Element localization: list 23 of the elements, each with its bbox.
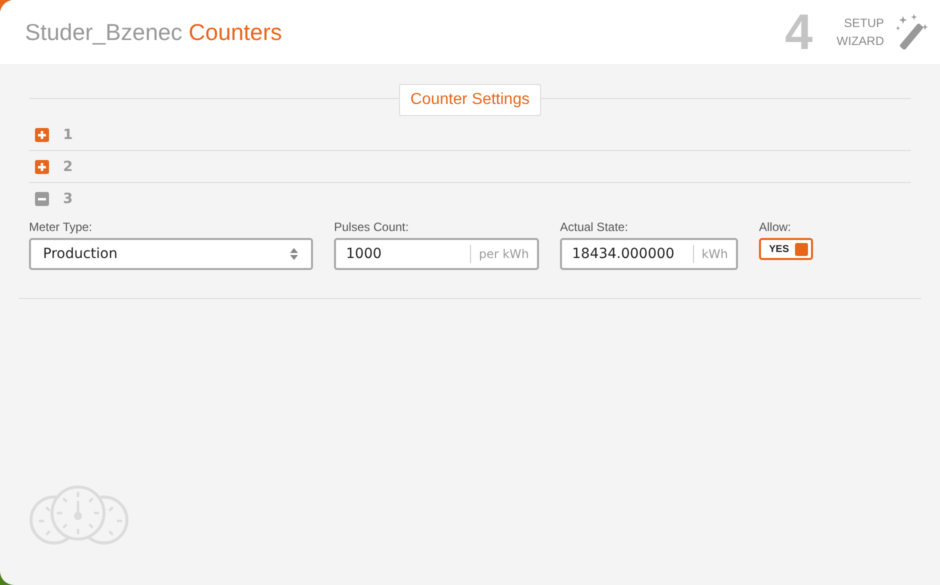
page-title: Studer_Bzenec <box>25 18 182 44</box>
collapse-icon[interactable] <box>35 192 49 206</box>
unit-label: per kWh <box>470 245 537 263</box>
input-field[interactable]: 1000 per kWh <box>334 238 539 270</box>
section-heading: Counter Settings <box>399 84 541 116</box>
setup-wizard-button[interactable]: SETUP WIZARD <box>836 14 884 50</box>
input-field[interactable]: 18434.000000 kWh <box>560 238 738 270</box>
expand-icon[interactable] <box>35 160 49 174</box>
meter-type-select[interactable]: Production <box>29 238 313 270</box>
field-value: 18434.000000 <box>571 246 676 262</box>
field-label: Meter Type: <box>29 220 94 234</box>
sort-arrows-icon <box>289 246 299 262</box>
magic-wand-icon[interactable] <box>894 14 930 50</box>
step-number: 4 <box>784 3 813 61</box>
field-label: Actual State: <box>560 220 630 234</box>
field-label: Pulses Count: <box>334 220 410 234</box>
field-label: Allow: <box>759 220 792 234</box>
allow-toggle[interactable]: YES <box>759 238 814 260</box>
unit-label: kWh <box>692 245 736 263</box>
field-value: 1000 <box>345 246 383 262</box>
gauges-icon <box>28 483 130 547</box>
expand-icon[interactable] <box>35 128 49 142</box>
page-title-accent: Counters <box>188 18 282 44</box>
